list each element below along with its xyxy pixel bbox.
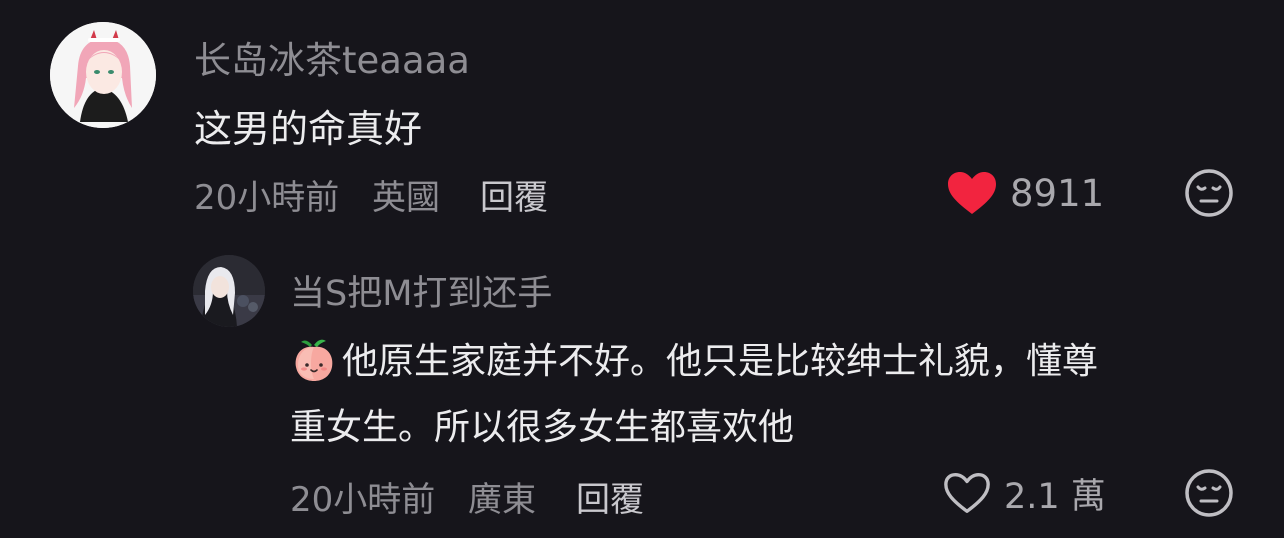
comment-text: 他原生家庭并不好。他只是比较绅士礼貌，懂尊 <box>342 341 1099 382</box>
comment-text: 这男的命真好 <box>194 107 423 151</box>
reply-button[interactable]: 回覆 <box>576 472 644 521</box>
avatar[interactable] <box>193 255 265 327</box>
username[interactable]: 长岛冰茶teaaaa <box>194 30 470 84</box>
like-button[interactable]: 2.1 萬 <box>942 468 1106 518</box>
username[interactable]: 当S把M打到还手 <box>290 265 552 316</box>
dislike-face-icon[interactable] <box>1184 468 1234 518</box>
comment-text-line-2: 重女生。所以很多女生都喜欢他 <box>290 407 795 448</box>
location: 廣東 <box>468 480 536 520</box>
comment-text-line-1: 他原生家庭并不好。他只是比较绅士礼貌，懂尊 <box>290 332 1098 384</box>
reply-button[interactable]: 回覆 <box>480 170 548 219</box>
timestamp: 20小時前 <box>290 480 436 520</box>
comment-thread: 长岛冰茶teaaaa 这男的命真好 20小時前 英國 回覆 8911 当S把M打… <box>0 0 1284 538</box>
like-button[interactable]: 8911 <box>946 168 1104 218</box>
avatar[interactable] <box>50 22 156 128</box>
peach-emoji-icon <box>290 335 338 383</box>
dislike-face-icon[interactable] <box>1184 168 1234 218</box>
location: 英國 <box>372 178 440 218</box>
heart-outline-icon <box>942 470 992 516</box>
timestamp: 20小時前 <box>194 178 340 218</box>
like-count: 2.1 萬 <box>1004 476 1106 517</box>
heart-filled-icon <box>946 170 998 216</box>
like-count: 8911 <box>1010 171 1105 215</box>
